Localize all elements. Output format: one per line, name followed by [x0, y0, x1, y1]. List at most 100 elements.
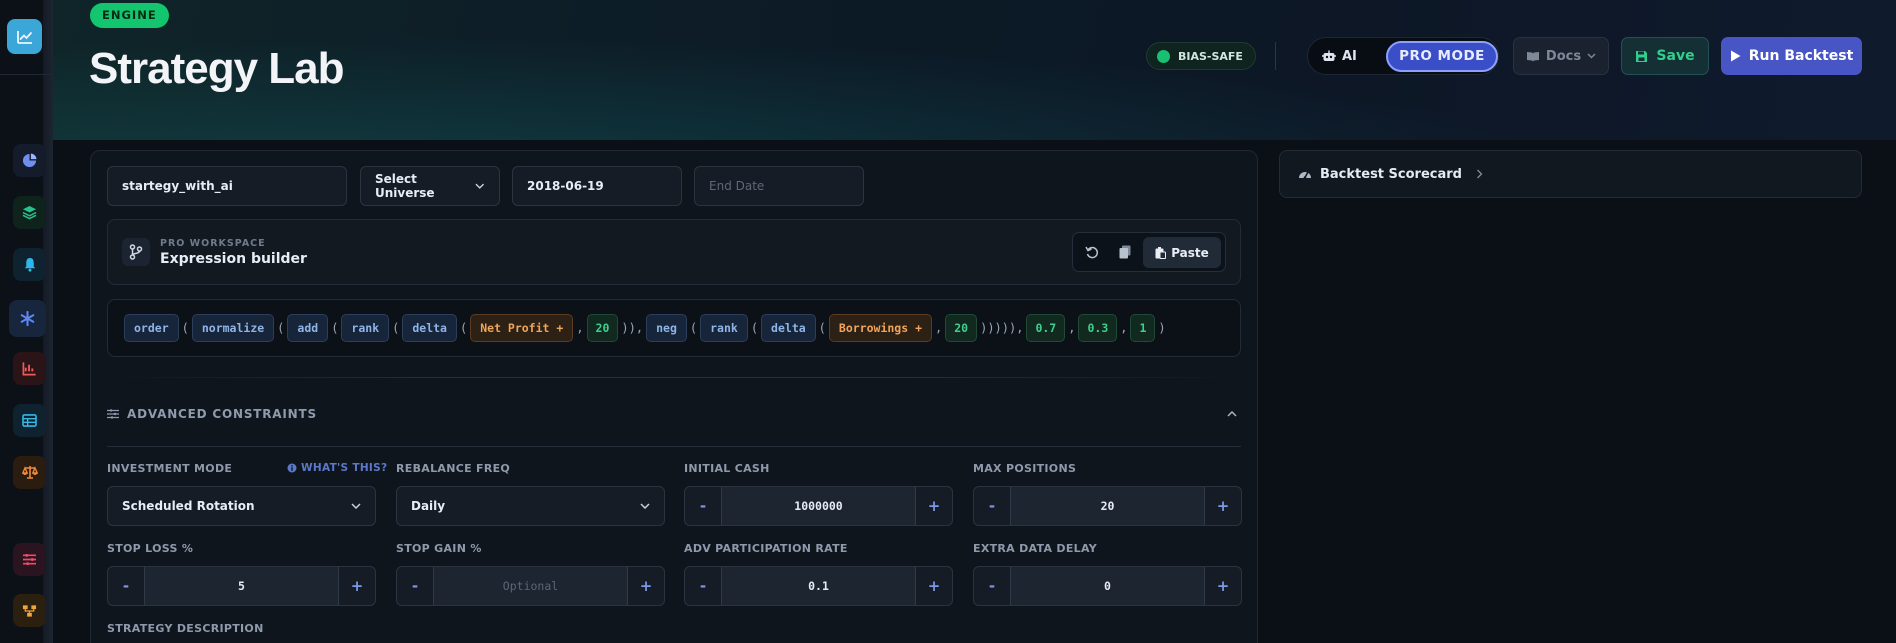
extra-data-delay-input[interactable]: 0	[1010, 567, 1205, 605]
token-function[interactable]: order	[124, 314, 179, 342]
start-date-input[interactable]: 2018-06-19	[512, 166, 682, 206]
extra-data-delay-stepper: - 0 +	[973, 566, 1242, 606]
chevron-down-icon	[1587, 53, 1596, 59]
status-dot-icon	[1157, 49, 1170, 63]
floppy-disk-icon	[1636, 50, 1648, 62]
asterisk-icon	[20, 311, 35, 326]
app-logo-button[interactable]	[7, 19, 42, 54]
sidebar-item-strategy-lab[interactable]	[9, 300, 46, 337]
hierarchy-icon	[22, 604, 37, 617]
ai-mode-toggle[interactable]: AI	[1322, 38, 1357, 74]
decrement-button[interactable]: -	[974, 487, 1010, 525]
expression-editor[interactable]: order ( normalize ( add ( rank ( delta (…	[107, 299, 1241, 357]
investment-mode-label: INVESTMENT MODE	[107, 462, 233, 475]
book-icon	[1526, 51, 1539, 61]
max-positions-label: MAX POSITIONS	[973, 462, 1077, 475]
sidebar-item-data-tables[interactable]	[13, 404, 46, 437]
decrement-button[interactable]: -	[974, 567, 1010, 605]
docs-label: Docs	[1545, 48, 1582, 64]
decrement-button[interactable]: -	[397, 567, 433, 605]
chevron-down-icon	[640, 503, 650, 509]
sidebar-item-alerts[interactable]	[13, 248, 46, 281]
token-number[interactable]: 1	[1130, 314, 1156, 342]
token-function[interactable]: delta	[402, 314, 457, 342]
stop-gain-input[interactable]: Optional	[433, 567, 628, 605]
adv-participation-input[interactable]: 0.1	[721, 567, 916, 605]
token-punct: (	[459, 321, 468, 335]
increment-button[interactable]: +	[1205, 487, 1241, 525]
increment-button[interactable]: +	[916, 487, 952, 525]
header-divider	[1275, 42, 1276, 70]
paste-button[interactable]: Paste	[1143, 237, 1221, 268]
adv-participation-label: ADV PARTICIPATION RATE	[684, 542, 848, 555]
save-button[interactable]: Save	[1621, 37, 1709, 75]
copy-button[interactable]	[1111, 238, 1139, 266]
initial-cash-input[interactable]: 1000000	[721, 487, 916, 525]
token-number[interactable]: 0.7	[1026, 314, 1066, 342]
stop-gain-stepper: - Optional +	[396, 566, 665, 606]
token-punct: (	[750, 321, 759, 335]
investment-mode-select[interactable]: Scheduled Rotation	[107, 486, 376, 526]
sidebar-item-settings[interactable]	[13, 543, 46, 576]
sidebar-item-layers[interactable]	[13, 196, 46, 229]
token-punct: (	[392, 321, 400, 335]
layers-icon	[22, 205, 37, 220]
max-positions-input[interactable]: 20	[1010, 487, 1205, 525]
token-number[interactable]: 0.3	[1078, 314, 1118, 342]
backtest-scorecard-toggle[interactable]: Backtest Scorecard	[1279, 150, 1862, 198]
token-punct: ,	[935, 321, 943, 335]
sliders-icon	[22, 553, 36, 566]
clipboard-icon	[1155, 246, 1167, 259]
increment-button[interactable]: +	[1205, 567, 1241, 605]
token-function[interactable]: rank	[700, 314, 748, 342]
advanced-constraints-toggle[interactable]: ADVANCED CONSTRAINTS	[107, 404, 1241, 424]
sidebar-item-compare[interactable]	[13, 456, 46, 489]
token-punct: ,	[1068, 321, 1076, 335]
pro-mode-toggle[interactable]: PRO MODE	[1386, 41, 1498, 72]
adv-participation-stepper: - 0.1 +	[684, 566, 953, 606]
rebalance-freq-select[interactable]: Daily	[396, 486, 665, 526]
decrement-button[interactable]: -	[685, 487, 721, 525]
sidebar-divider	[0, 74, 52, 75]
sidebar-item-performance[interactable]	[13, 352, 46, 385]
token-punct: (	[689, 321, 698, 335]
universe-select[interactable]: Select Universe	[360, 166, 500, 206]
decrement-button[interactable]: -	[685, 567, 721, 605]
workspace-title: Expression builder	[160, 251, 307, 267]
strategy-name-input[interactable]: startegy_with_ai	[107, 166, 347, 206]
end-date-input[interactable]: End Date	[694, 166, 864, 206]
sidebar-item-portfolio[interactable]	[13, 144, 46, 177]
token-field[interactable]: Borrowings +	[828, 314, 932, 342]
stop-loss-input[interactable]: 5	[144, 567, 339, 605]
token-number[interactable]: 20	[945, 314, 978, 342]
token-punct: )),	[621, 321, 644, 335]
info-icon	[287, 463, 297, 473]
token-function[interactable]: normalize	[191, 314, 275, 342]
chevron-right-icon	[1476, 169, 1483, 179]
run-backtest-button[interactable]: Run Backtest	[1721, 37, 1862, 75]
strategy-description-label: STRATEGY DESCRIPTION	[107, 622, 264, 635]
expression-workspace-bar: PRO WORKSPACE Expression builder Paste	[107, 219, 1241, 285]
investment-mode-value: Scheduled Rotation	[122, 499, 255, 513]
token-function[interactable]: add	[287, 314, 329, 342]
increment-button[interactable]: +	[916, 567, 952, 605]
whats-this-link[interactable]: WHAT'S THIS?	[287, 462, 387, 474]
undo-button[interactable]	[1078, 238, 1106, 266]
max-positions-stepper: - 20 +	[973, 486, 1242, 526]
docs-dropdown-button[interactable]: Docs	[1513, 37, 1609, 75]
sidebar-item-workflow[interactable]	[13, 594, 46, 627]
token-number[interactable]: 20	[586, 314, 619, 342]
stop-loss-stepper: - 5 +	[107, 566, 376, 606]
whats-this-label: WHAT'S THIS?	[301, 462, 388, 474]
token-function[interactable]: rank	[341, 314, 390, 342]
advanced-constraints-title: ADVANCED CONSTRAINTS	[127, 407, 317, 421]
token-field[interactable]: Net Profit +	[470, 314, 574, 342]
token-function[interactable]: delta	[761, 314, 816, 342]
increment-button[interactable]: +	[339, 567, 375, 605]
right-column	[1262, 140, 1896, 643]
run-backtest-label: Run Backtest	[1748, 48, 1854, 64]
token-function[interactable]: neg	[646, 314, 687, 342]
decrement-button[interactable]: -	[108, 567, 144, 605]
stop-gain-label: STOP GAIN %	[396, 542, 482, 555]
increment-button[interactable]: +	[628, 567, 664, 605]
